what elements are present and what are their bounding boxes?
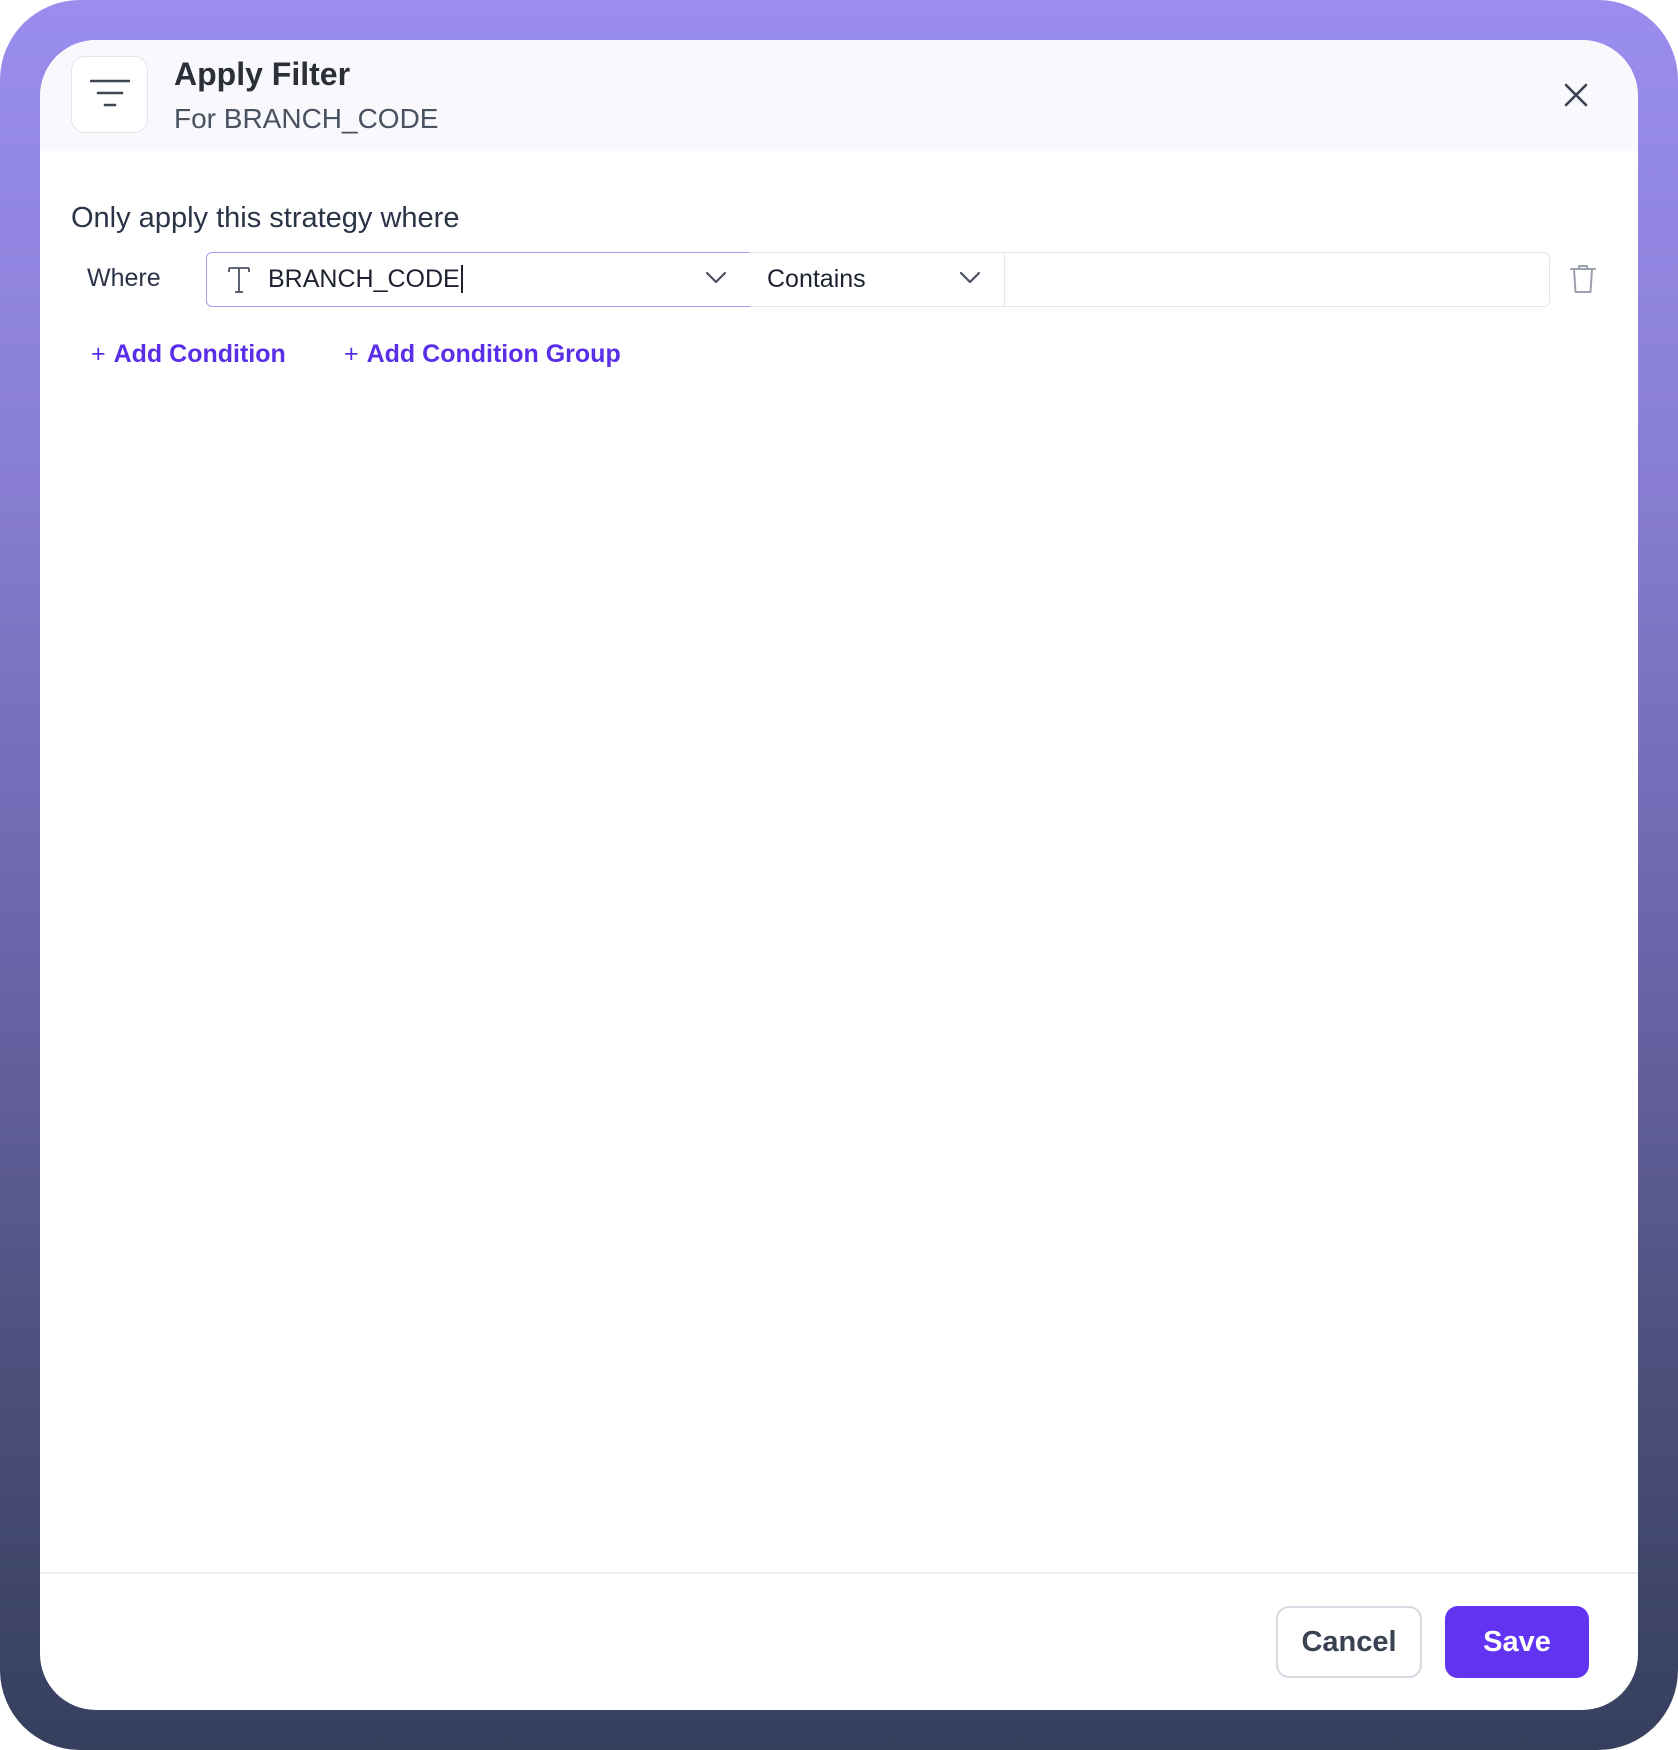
chevron-down-icon xyxy=(958,269,982,290)
plus-icon: + xyxy=(344,340,359,368)
add-condition-group-label: Add Condition Group xyxy=(366,340,621,368)
footer-divider xyxy=(40,1572,1638,1574)
dialog-title: Apply Filter xyxy=(174,56,351,92)
dialog-header: Apply Filter For BRANCH_CODE xyxy=(40,40,1638,151)
operator-select-value: Contains xyxy=(767,265,866,293)
add-condition-group-link[interactable]: + Add Condition Group xyxy=(344,340,621,369)
save-button[interactable]: Save xyxy=(1445,1606,1589,1678)
add-condition-link[interactable]: + Add Condition xyxy=(91,340,286,369)
where-label: Where xyxy=(87,264,161,292)
section-heading: Only apply this strategy where xyxy=(71,202,460,234)
apply-filter-dialog: Apply Filter For BRANCH_CODE Only apply … xyxy=(40,40,1638,1710)
trash-icon[interactable] xyxy=(1570,264,1596,299)
close-icon[interactable] xyxy=(1558,77,1594,113)
filter-icon xyxy=(71,56,148,133)
plus-icon: + xyxy=(91,340,106,368)
dialog-subtitle: For BRANCH_CODE xyxy=(174,103,439,134)
operator-select[interactable]: Contains xyxy=(750,252,1006,307)
field-select-value: BRANCH_CODE xyxy=(268,265,463,293)
add-condition-label: Add Condition xyxy=(113,340,286,368)
text-type-icon xyxy=(227,265,251,300)
condition-value-input[interactable] xyxy=(1004,252,1550,307)
cancel-button[interactable]: Cancel xyxy=(1276,1606,1422,1678)
chevron-down-icon xyxy=(704,269,728,290)
field-select[interactable]: BRANCH_CODE xyxy=(206,252,751,307)
window-frame: Apply Filter For BRANCH_CODE Only apply … xyxy=(0,0,1678,1750)
